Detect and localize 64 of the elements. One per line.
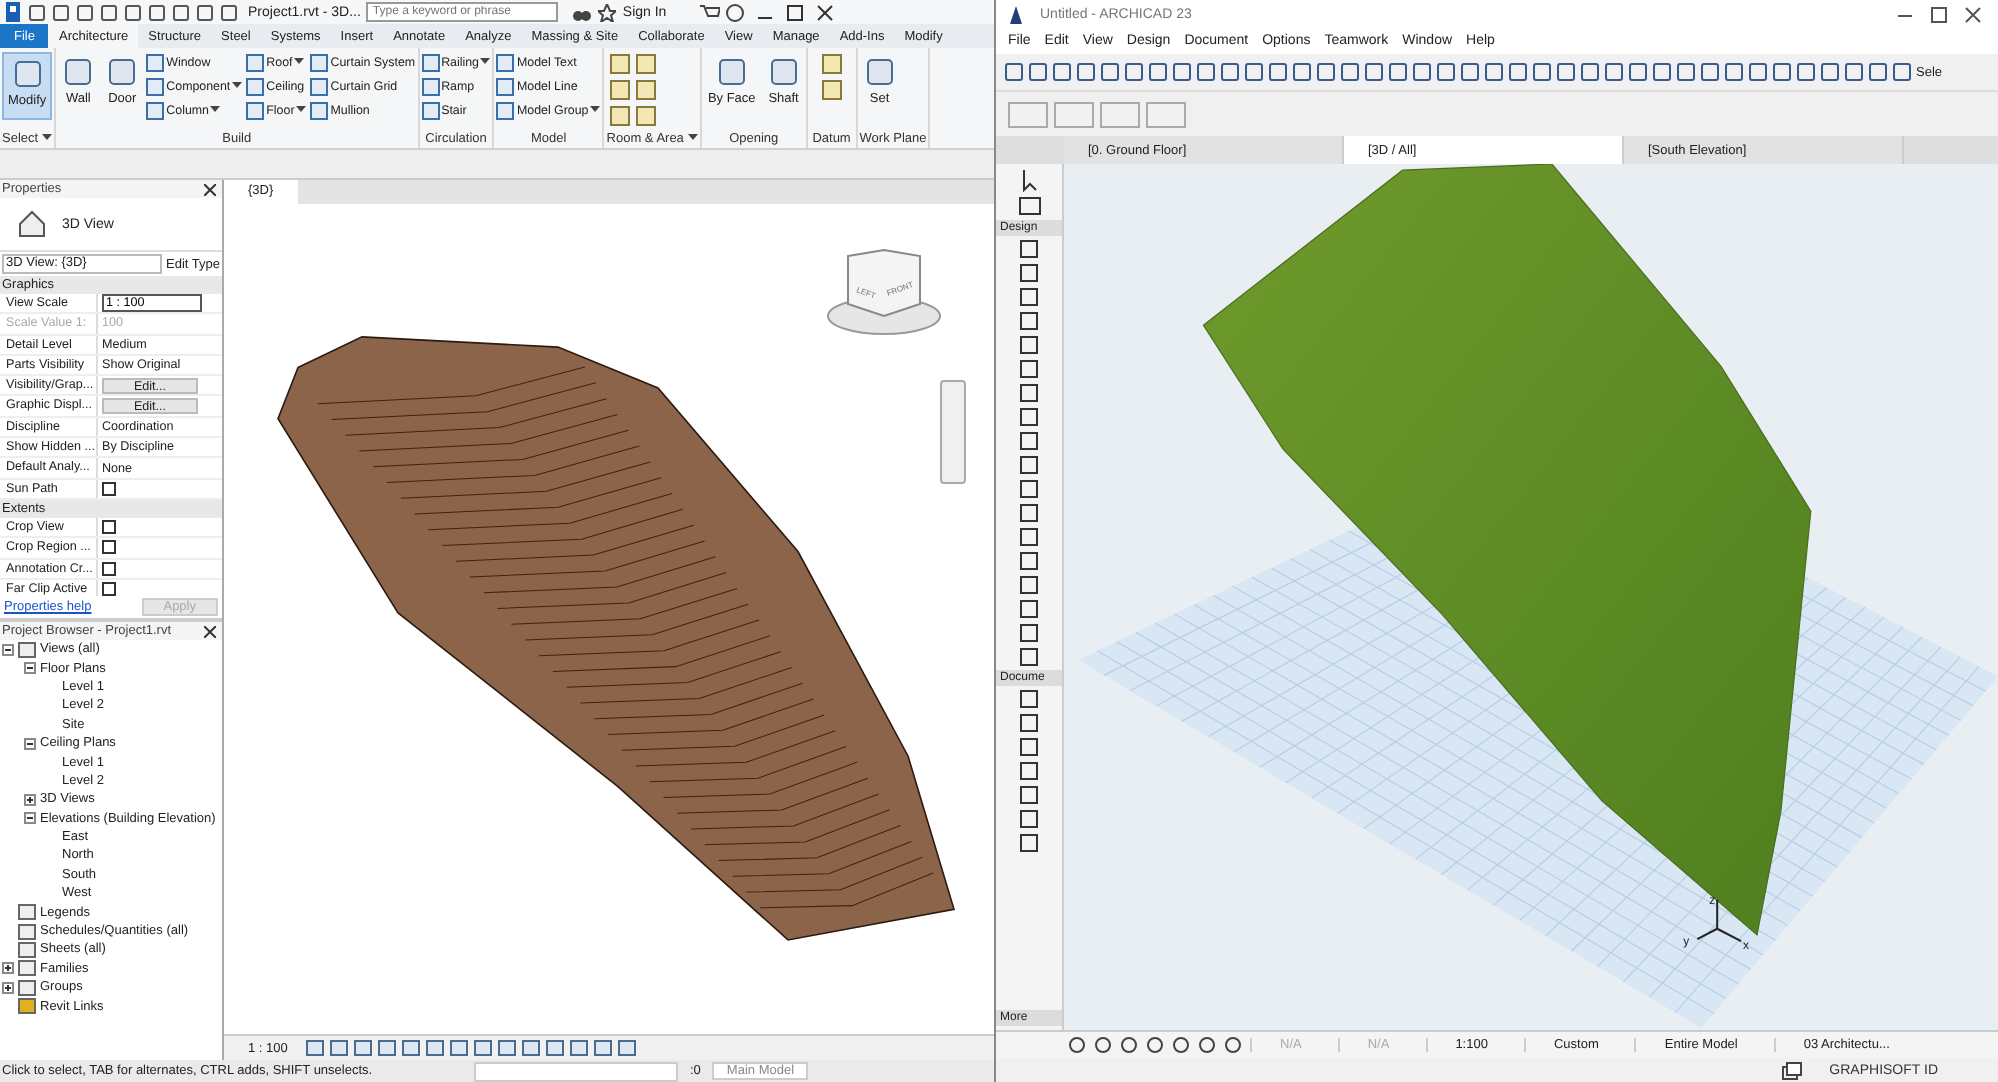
- tool-icon[interactable]: [1018, 598, 1040, 620]
- tool-icon: [715, 56, 748, 88]
- tool-icon[interactable]: [1018, 574, 1040, 596]
- star-icon[interactable]: [598, 3, 617, 21]
- tool-icon: [863, 56, 896, 88]
- tree-toggle-icon[interactable]: [24, 812, 36, 825]
- tree-toggle-icon[interactable]: [2, 643, 14, 656]
- tool-icon: [106, 56, 139, 88]
- caret-icon: [296, 106, 307, 114]
- tool-icon[interactable]: [1018, 262, 1040, 284]
- tree-toggle-icon[interactable]: [2, 981, 14, 994]
- tree-toggle-icon[interactable]: [2, 962, 14, 975]
- tool-icon[interactable]: [1018, 238, 1040, 260]
- windows-icon[interactable]: [1781, 1061, 1802, 1079]
- caret-icon: [687, 134, 698, 142]
- tool-icon[interactable]: [1018, 760, 1040, 782]
- tool-icon: [11, 58, 44, 90]
- tree-toggle-icon[interactable]: [24, 662, 36, 675]
- tool-icon[interactable]: [1018, 334, 1040, 356]
- checkbox[interactable]: [102, 540, 116, 555]
- caret-icon: [210, 106, 221, 114]
- close-icon[interactable]: [204, 183, 216, 195]
- tool-icon: [767, 56, 800, 88]
- tree-toggle-icon[interactable]: [24, 737, 36, 750]
- caret-icon: [42, 134, 53, 142]
- tool-icon[interactable]: [1018, 286, 1040, 308]
- tool-icon[interactable]: [1018, 406, 1040, 428]
- tree-toggle-icon[interactable]: [24, 793, 36, 806]
- tool-icon[interactable]: [1018, 808, 1040, 830]
- tool-icon[interactable]: [1018, 832, 1040, 854]
- house-icon: [18, 210, 46, 238]
- tool-icon[interactable]: [1018, 622, 1040, 644]
- tool-icon[interactable]: [1018, 736, 1040, 758]
- marquee-tool-icon[interactable]: [1017, 194, 1041, 218]
- checkbox[interactable]: [102, 481, 116, 496]
- checkbox[interactable]: [102, 561, 116, 576]
- close-icon[interactable]: [816, 3, 835, 21]
- app-logo-icon: [1008, 5, 1024, 23]
- checkbox[interactable]: [102, 582, 116, 596]
- tool-icon[interactable]: [1018, 784, 1040, 806]
- caret-icon: [590, 106, 601, 114]
- tool-icon[interactable]: [1018, 454, 1040, 476]
- tool-icon[interactable]: [1018, 478, 1040, 500]
- maximize-icon[interactable]: [1930, 5, 1948, 23]
- close-icon[interactable]: [204, 625, 216, 637]
- tool-icon[interactable]: [1018, 646, 1040, 668]
- close-icon[interactable]: [1964, 5, 1982, 23]
- tool-icon[interactable]: [1018, 502, 1040, 524]
- tool-icon[interactable]: [1018, 712, 1040, 734]
- caret-icon: [294, 58, 305, 66]
- caret-icon: [480, 58, 491, 66]
- tool-icon[interactable]: [1018, 430, 1040, 452]
- cart-icon[interactable]: [700, 3, 721, 21]
- maximize-icon[interactable]: [786, 3, 805, 21]
- tool-icon[interactable]: [1018, 358, 1040, 380]
- tool-icon[interactable]: [1018, 310, 1040, 332]
- tool-icon[interactable]: [1018, 688, 1040, 710]
- checkbox[interactable]: [102, 520, 116, 535]
- app-logo-icon[interactable]: [4, 2, 22, 22]
- tool-icon: [62, 56, 95, 88]
- caret-icon: [232, 82, 243, 90]
- tool-icon[interactable]: [1018, 550, 1040, 572]
- tool-icon[interactable]: [1018, 526, 1040, 548]
- tool-icon[interactable]: [1018, 382, 1040, 404]
